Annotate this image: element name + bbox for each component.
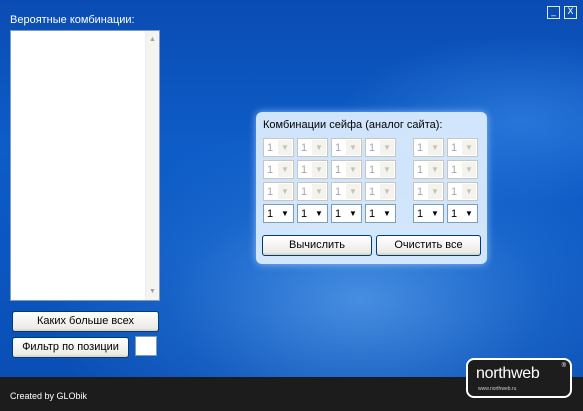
scroll-up-arrow-icon[interactable]: ▲ — [146, 33, 159, 46]
clear-all-button[interactable]: Очистить все — [376, 235, 481, 256]
digit-dropdown: 1 ▼ — [413, 160, 444, 179]
digit-dropdown: 1 ▼ — [263, 138, 294, 157]
digit-value: 1 — [267, 208, 274, 220]
northweb-logo: northweb ® www.northweb.ru — [466, 358, 572, 398]
combinations-title: Вероятные комбинации: — [10, 14, 135, 26]
dropdown-arrow-icon: ▼ — [428, 162, 442, 177]
dropdown-arrow-icon: ▼ — [346, 184, 360, 199]
dropdown-arrow-icon[interactable]: ▼ — [312, 206, 326, 221]
logo-registered-mark: ® — [561, 363, 566, 369]
dropdown-arrow-icon: ▼ — [278, 184, 292, 199]
safe-panel-title: Комбинации сейфа (аналог сайта): — [263, 119, 443, 131]
dropdown-arrow-icon: ▼ — [312, 140, 326, 155]
dropdown-arrow-icon: ▼ — [380, 184, 394, 199]
digit-dropdown: 1 ▼ — [365, 160, 396, 179]
minimize-button[interactable]: _ — [547, 6, 560, 19]
digit-value: 1 — [451, 142, 458, 154]
digit-value: 1 — [335, 186, 342, 198]
logo-text: northweb — [476, 365, 540, 382]
digit-dropdown[interactable]: 1 ▼ — [331, 204, 362, 223]
digit-value: 1 — [417, 142, 424, 154]
dropdown-arrow-icon: ▼ — [380, 162, 394, 177]
scroll-down-arrow-icon[interactable]: ▼ — [146, 285, 159, 298]
close-button[interactable]: X — [564, 6, 577, 19]
digit-value: 1 — [267, 186, 274, 198]
digit-value: 1 — [335, 208, 342, 220]
digit-value: 1 — [301, 142, 308, 154]
digit-dropdown[interactable]: 1 ▼ — [413, 204, 444, 223]
dropdown-arrow-icon: ▼ — [428, 140, 442, 155]
digit-value: 1 — [267, 142, 274, 154]
dropdown-arrow-icon: ▼ — [380, 140, 394, 155]
digit-dropdown: 1 ▼ — [447, 160, 478, 179]
filter-by-position-button[interactable]: Фильтр по позиции — [12, 337, 129, 358]
dropdown-arrow-icon[interactable]: ▼ — [346, 206, 360, 221]
digit-dropdown[interactable]: 1 ▼ — [365, 204, 396, 223]
digit-dropdown: 1 ▼ — [365, 182, 396, 201]
digit-dropdown: 1 ▼ — [331, 182, 362, 201]
position-input[interactable] — [135, 336, 157, 356]
digit-dropdown: 1 ▼ — [297, 138, 328, 157]
digit-value: 1 — [301, 186, 308, 198]
digit-value: 1 — [451, 186, 458, 198]
digit-value: 1 — [369, 208, 376, 220]
digit-dropdown[interactable]: 1 ▼ — [447, 204, 478, 223]
digit-dropdown: 1 ▼ — [331, 160, 362, 179]
digit-dropdown: 1 ▼ — [447, 138, 478, 157]
dropdown-arrow-icon: ▼ — [346, 140, 360, 155]
credit-text: Created by GLObik — [10, 391, 88, 401]
digit-value: 1 — [335, 142, 342, 154]
dropdown-arrow-icon: ▼ — [346, 162, 360, 177]
dropdown-arrow-icon: ▼ — [278, 162, 292, 177]
window-controls: _ X — [547, 6, 577, 19]
combinations-list[interactable]: ▲ ▼ — [10, 30, 160, 301]
digit-dropdown: 1 ▼ — [263, 160, 294, 179]
list-scrollbar[interactable]: ▲ ▼ — [145, 31, 159, 300]
digit-value: 1 — [417, 186, 424, 198]
dropdown-arrow-icon[interactable]: ▼ — [428, 206, 442, 221]
dropdown-arrow-icon[interactable]: ▼ — [380, 206, 394, 221]
dropdown-arrow-icon[interactable]: ▼ — [462, 206, 476, 221]
digit-value: 1 — [335, 164, 342, 176]
digit-dropdown: 1 ▼ — [413, 138, 444, 157]
dropdown-arrow-icon[interactable]: ▼ — [278, 206, 292, 221]
digit-dropdown: 1 ▼ — [413, 182, 444, 201]
digit-dropdown: 1 ▼ — [447, 182, 478, 201]
dropdown-arrow-icon: ▼ — [278, 140, 292, 155]
digit-value: 1 — [451, 208, 458, 220]
digit-dropdown: 1 ▼ — [297, 182, 328, 201]
digit-value: 1 — [267, 164, 274, 176]
digit-value: 1 — [301, 164, 308, 176]
digit-value: 1 — [369, 142, 376, 154]
logo-url: www.northweb.ru — [478, 386, 517, 392]
dropdown-arrow-icon: ▼ — [312, 184, 326, 199]
digit-dropdown[interactable]: 1 ▼ — [297, 204, 328, 223]
digit-value: 1 — [369, 164, 376, 176]
most-frequent-button[interactable]: Каких больше всех — [12, 311, 159, 332]
digit-value: 1 — [301, 208, 308, 220]
digit-value: 1 — [417, 164, 424, 176]
calculate-button[interactable]: Вычислить — [262, 235, 372, 256]
digit-dropdown: 1 ▼ — [297, 160, 328, 179]
digit-dropdown: 1 ▼ — [331, 138, 362, 157]
dropdown-arrow-icon: ▼ — [462, 184, 476, 199]
digit-dropdown: 1 ▼ — [365, 138, 396, 157]
dropdown-arrow-icon: ▼ — [462, 140, 476, 155]
digit-dropdown[interactable]: 1 ▼ — [263, 204, 294, 223]
digit-value: 1 — [417, 208, 424, 220]
digit-dropdown: 1 ▼ — [263, 182, 294, 201]
digit-value: 1 — [369, 186, 376, 198]
digit-value: 1 — [451, 164, 458, 176]
dropdown-arrow-icon: ▼ — [312, 162, 326, 177]
safe-combinations-panel: Комбинации сейфа (аналог сайта): 1 ▼ 1 ▼ 1 ▼ 1… — [256, 112, 487, 264]
dropdown-arrow-icon: ▼ — [428, 184, 442, 199]
dropdown-arrow-icon: ▼ — [462, 162, 476, 177]
